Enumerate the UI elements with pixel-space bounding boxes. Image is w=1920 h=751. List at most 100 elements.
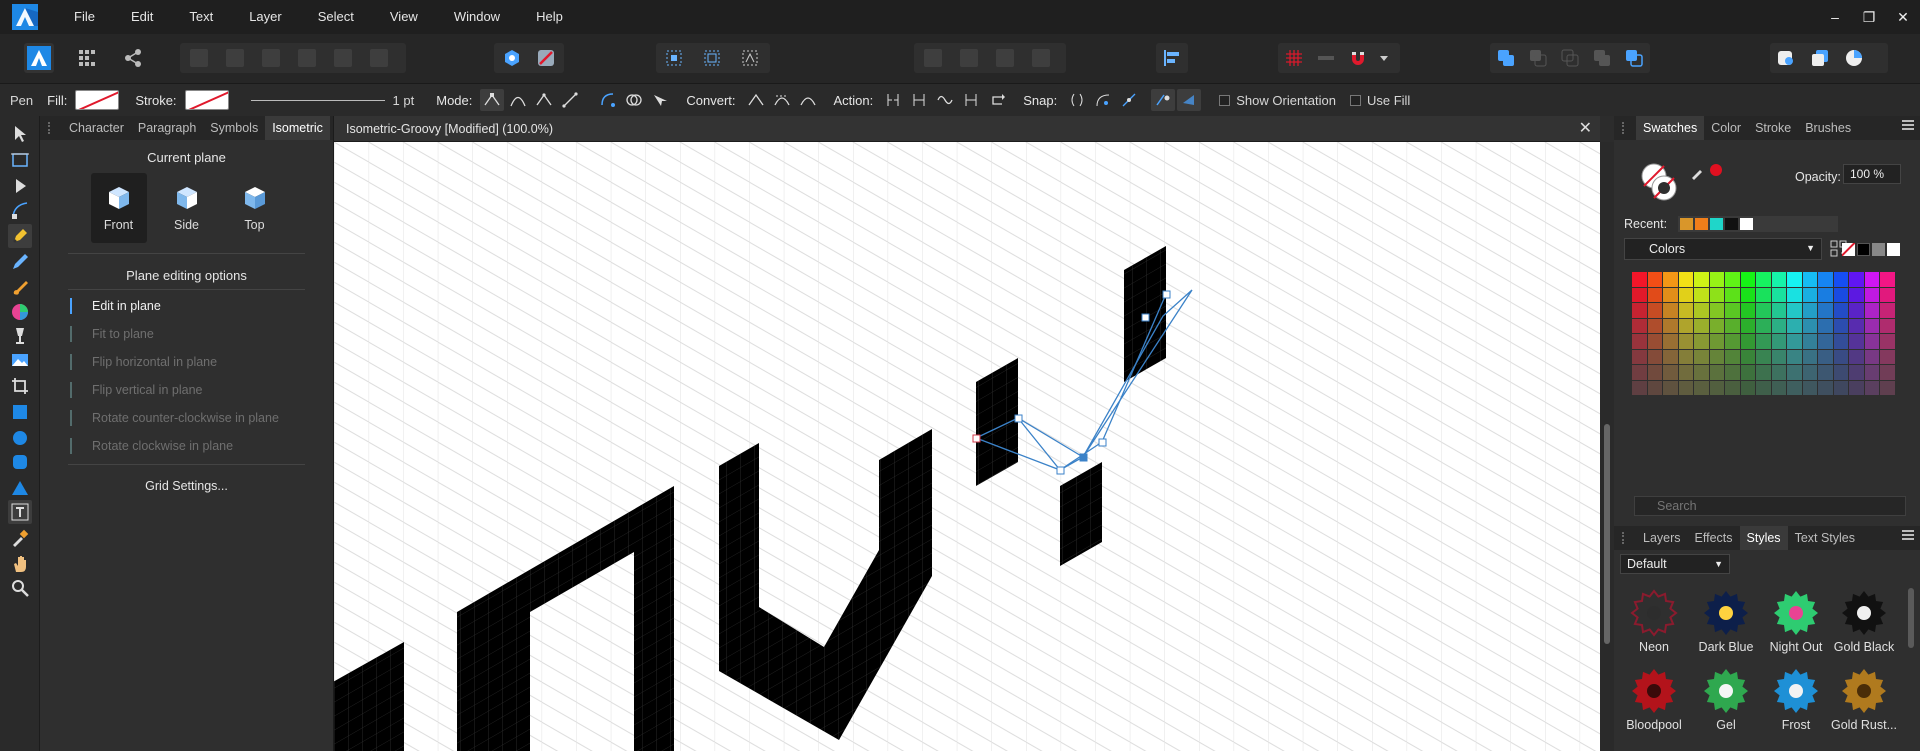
stroke-width-value[interactable]: 1 pt: [393, 93, 415, 108]
color-swatch[interactable]: [1818, 380, 1833, 395]
tab-symbols[interactable]: Symbols: [203, 116, 265, 140]
break-curve-icon[interactable]: [881, 89, 905, 111]
smart-mode-icon[interactable]: [506, 89, 530, 111]
color-swatch[interactable]: [1678, 365, 1693, 380]
color-swatch[interactable]: [1632, 365, 1647, 380]
tab-character[interactable]: Character: [62, 116, 131, 140]
color-swatch[interactable]: [1880, 349, 1895, 364]
add-icon[interactable]: [1496, 48, 1516, 68]
insert-inside-icon[interactable]: [1776, 48, 1796, 68]
color-swatch[interactable]: [1880, 287, 1895, 302]
color-swatch[interactable]: [1632, 303, 1647, 318]
color-swatch[interactable]: [1880, 365, 1895, 380]
color-swatch[interactable]: [1740, 272, 1755, 287]
color-swatch[interactable]: [1678, 380, 1693, 395]
rounded-rectangle-tool[interactable]: [8, 450, 32, 474]
tab-paragraph[interactable]: Paragraph: [131, 116, 203, 140]
color-swatch[interactable]: [1787, 303, 1802, 318]
color-swatch[interactable]: [1647, 380, 1662, 395]
menu-view[interactable]: View: [372, 0, 436, 34]
color-swatch[interactable]: [1849, 380, 1864, 395]
alignment-button[interactable]: [1156, 43, 1188, 73]
rectangle-tool[interactable]: [8, 400, 32, 424]
palette-select[interactable]: Colors ▼: [1624, 238, 1822, 260]
transform-origin-icon[interactable]: [664, 48, 684, 68]
styles-scrollbar[interactable]: [1908, 588, 1914, 648]
panel-grip-icon[interactable]: [48, 122, 54, 134]
color-swatch[interactable]: [1880, 334, 1895, 349]
group-select-icon[interactable]: [740, 48, 760, 68]
color-swatch[interactable]: [1663, 380, 1678, 395]
color-swatch[interactable]: [1647, 334, 1662, 349]
color-swatch[interactable]: [1864, 365, 1879, 380]
color-swatch[interactable]: [1740, 365, 1755, 380]
tab-brushes[interactable]: Brushes: [1798, 116, 1858, 140]
menu-text[interactable]: Text: [171, 0, 231, 34]
app-logo-icon[interactable]: [12, 4, 38, 30]
style-category-select[interactable]: Default ▼: [1620, 554, 1730, 574]
color-swatch[interactable]: [1725, 334, 1740, 349]
move-tool[interactable]: [8, 122, 32, 146]
color-swatch[interactable]: [1647, 349, 1662, 364]
color-swatch[interactable]: [1709, 349, 1724, 364]
color-picker-tool[interactable]: [8, 526, 32, 550]
color-swatch[interactable]: [1709, 318, 1724, 333]
color-swatch[interactable]: [1663, 287, 1678, 302]
divide-icon[interactable]: [1624, 48, 1644, 68]
color-swatch[interactable]: [1787, 380, 1802, 395]
color-swatch[interactable]: [1771, 349, 1786, 364]
color-swatch[interactable]: [1802, 287, 1817, 302]
color-swatch[interactable]: [1663, 318, 1678, 333]
color-swatch[interactable]: [1678, 287, 1693, 302]
style-preset-item[interactable]: Gold Black: [1830, 588, 1898, 654]
stroke-width-slider[interactable]: [250, 99, 385, 101]
color-swatch[interactable]: [1771, 287, 1786, 302]
align-middle-icon[interactable]: [334, 49, 352, 67]
style-preset-item[interactable]: Neon: [1620, 588, 1688, 654]
color-swatch[interactable]: [1771, 380, 1786, 395]
zoom-tool[interactable]: [8, 576, 32, 600]
panel-menu-icon[interactable]: [1902, 530, 1914, 542]
color-swatch[interactable]: [1818, 272, 1833, 287]
pen-mode-icon[interactable]: [480, 89, 505, 111]
color-swatch[interactable]: [1771, 303, 1786, 318]
scrollbar-thumb[interactable]: [1604, 424, 1610, 644]
recent-swatch[interactable]: [1680, 218, 1693, 230]
recent-swatch[interactable]: [1725, 218, 1738, 230]
color-swatch[interactable]: [1771, 365, 1786, 380]
tab-isometric[interactable]: Isometric: [265, 116, 330, 140]
snap-angle-icon[interactable]: [1091, 89, 1115, 111]
recent-swatch[interactable]: [1740, 218, 1753, 230]
snap-options-icon[interactable]: [1316, 48, 1336, 68]
color-swatch[interactable]: [1818, 287, 1833, 302]
color-swatch[interactable]: [1864, 303, 1879, 318]
convert-sharp-icon[interactable]: [744, 89, 768, 111]
color-swatch[interactable]: [1725, 303, 1740, 318]
snap-control-handles-icon[interactable]: [1065, 89, 1089, 111]
color-swatch[interactable]: [1802, 318, 1817, 333]
close-window-button[interactable]: ✕: [1886, 0, 1920, 34]
plane-side-button[interactable]: Side: [159, 173, 215, 243]
color-swatch[interactable]: [1833, 349, 1848, 364]
transparency-tool[interactable]: [8, 324, 32, 348]
restore-button[interactable]: ❐: [1852, 0, 1886, 34]
snap-to-lines-icon[interactable]: [1117, 89, 1141, 111]
edit-in-plane-option[interactable]: Edit in plane: [40, 292, 333, 320]
color-swatch[interactable]: [1709, 365, 1724, 380]
magnet-icon[interactable]: [1348, 48, 1368, 68]
menu-select[interactable]: Select: [300, 0, 372, 34]
style-preset-item[interactable]: Gel: [1692, 666, 1760, 732]
color-swatch[interactable]: [1756, 287, 1771, 302]
tab-text-styles[interactable]: Text Styles: [1788, 526, 1862, 550]
color-swatch[interactable]: [1709, 287, 1724, 302]
color-swatch[interactable]: [1864, 349, 1879, 364]
artboard-tool[interactable]: [8, 148, 32, 172]
style-preset-item[interactable]: Frost: [1762, 666, 1830, 732]
color-swatch[interactable]: [1880, 303, 1895, 318]
style-preset-item[interactable]: Dark Blue: [1692, 588, 1760, 654]
color-swatch[interactable]: [1632, 272, 1647, 287]
recent-swatch[interactable]: [1695, 218, 1708, 230]
color-swatch[interactable]: [1663, 334, 1678, 349]
color-swatch[interactable]: [1787, 272, 1802, 287]
fill-tool[interactable]: [8, 300, 32, 324]
